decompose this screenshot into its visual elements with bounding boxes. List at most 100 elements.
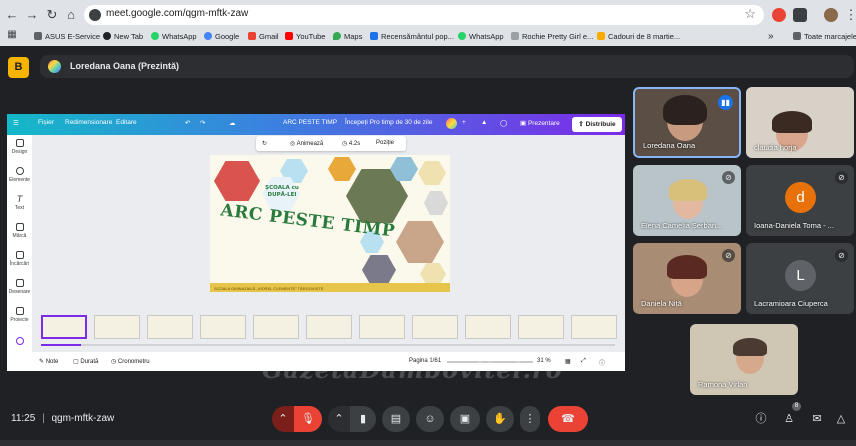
- pages-scrollbar[interactable]: [41, 344, 615, 346]
- tool-text[interactable]: T Text: [7, 195, 32, 212]
- timer-button[interactable]: ◷ Cronometru: [111, 358, 150, 365]
- slide-canvas[interactable]: ȘCOALA cu DUPĂ-LEI ARC PESTE TIMP ȘCOALA…: [210, 155, 450, 292]
- page-thumbnail[interactable]: [253, 315, 299, 339]
- page-thumbnail[interactable]: [518, 315, 564, 339]
- share-button[interactable]: ⇧ Distribuie: [572, 117, 622, 132]
- redo-icon[interactable]: ↷: [200, 119, 205, 127]
- tool-brand[interactable]: Mărcă: [7, 223, 32, 239]
- self-view-tile[interactable]: Ramona Virlan: [690, 324, 798, 395]
- participant-tile[interactable]: ⊘ Elena Camelia Șerban...: [633, 165, 741, 236]
- participant-tile[interactable]: d ⊘ Ioana-Daniela Toma - ...: [746, 165, 854, 236]
- participant-tile[interactable]: ⊘ Daniela Niță: [633, 243, 741, 314]
- page-thumbnail[interactable]: [94, 315, 140, 339]
- bookmark-item[interactable]: Gmail: [248, 29, 279, 43]
- url-text[interactable]: meet.google.com/qgm-mftk-zaw: [106, 8, 248, 19]
- raise-hand-button[interactable]: ✋: [486, 406, 514, 432]
- extensions-icon[interactable]: [793, 8, 807, 22]
- present-screen-button[interactable]: ▣: [450, 406, 480, 432]
- grid-view-icon[interactable]: ▦: [565, 358, 571, 365]
- tool-projects[interactable]: Proiecte: [7, 307, 32, 323]
- participant-tile[interactable]: ▮▮ Loredana Oana: [633, 87, 741, 158]
- page-thumbnail[interactable]: [147, 315, 193, 339]
- bookmark-item[interactable]: Google: [204, 29, 239, 43]
- home-icon[interactable]: ⌂: [63, 7, 79, 23]
- bookmark-item[interactable]: Recensământul pop...: [370, 29, 454, 43]
- youtube-icon: [285, 32, 293, 40]
- menu-file[interactable]: Fișier: [38, 119, 54, 126]
- back-icon[interactable]: ←: [4, 7, 20, 23]
- notes-button[interactable]: ✎ Note: [39, 358, 58, 365]
- meeting-details-icon[interactable]: ⓘ: [752, 410, 770, 428]
- page-thumbnail[interactable]: [306, 315, 352, 339]
- tool-uploads[interactable]: Încărcări: [7, 251, 32, 267]
- page-thumbnail[interactable]: [41, 315, 87, 339]
- menu-edit[interactable]: Editare: [116, 119, 137, 126]
- bookmarks-bar: ▦ ASUS E-Service New Tab WhatsApp Google…: [0, 27, 856, 44]
- page-thumbnail[interactable]: [359, 315, 405, 339]
- bookmark-item[interactable]: YouTube: [285, 29, 325, 43]
- add-collaborator-icon[interactable]: +: [462, 119, 466, 126]
- meeting-info: 11:25 | qgm-mftk-zaw: [11, 413, 114, 424]
- document-title[interactable]: ARC PESTE TIMP: [283, 119, 337, 126]
- address-bar[interactable]: meet.google.com/qgm-mftk-zaw ☆: [84, 5, 764, 25]
- bookmark-star-icon[interactable]: ☆: [744, 6, 756, 22]
- page-thumbnail[interactable]: [200, 315, 246, 339]
- bookmark-item[interactable]: WhatsApp: [151, 29, 197, 43]
- camera-toggle-button[interactable]: ▮: [350, 406, 376, 432]
- bookmark-item[interactable]: WhatsApp: [458, 29, 504, 43]
- present-button[interactable]: ▣ Prezentare: [520, 119, 560, 127]
- emoji-button[interactable]: ☺: [416, 406, 444, 432]
- more-options-button[interactable]: ⋮: [520, 406, 540, 432]
- tool-draw[interactable]: Desenare: [7, 279, 32, 295]
- participant-tile[interactable]: L ⊘ Lacramioara Ciuperca: [746, 243, 854, 314]
- undo-icon[interactable]: ↶: [185, 119, 190, 127]
- reload-icon[interactable]: ↻: [44, 7, 60, 23]
- video-options-button[interactable]: ⌃: [328, 406, 350, 432]
- tool-elements[interactable]: Elemente: [7, 167, 32, 183]
- page-thumbnail[interactable]: [465, 315, 511, 339]
- help-icon[interactable]: ⓘ: [599, 358, 605, 367]
- tool-design[interactable]: Design: [7, 139, 32, 155]
- mic-off-icon: ⊘: [722, 171, 735, 184]
- position-button[interactable]: Poziție: [376, 140, 394, 146]
- menu-resize[interactable]: Redimensionare: [65, 119, 112, 126]
- bookmark-item[interactable]: Cadouri de 8 martie...: [597, 29, 680, 43]
- bookmark-item[interactable]: New Tab: [103, 29, 143, 43]
- browser-menu-icon[interactable]: ⋮: [843, 7, 856, 23]
- all-bookmarks-folder[interactable]: Toate marcajele: [793, 29, 856, 43]
- scroll-thumb[interactable]: [41, 344, 82, 346]
- people-icon[interactable]: ♙: [780, 410, 798, 428]
- presentation-icon[interactable]: B: [8, 57, 29, 78]
- page-thumbnail[interactable]: [412, 315, 458, 339]
- duration-button[interactable]: ◷ 4.2s: [342, 140, 360, 147]
- mic-toggle-button[interactable]: 🎙: [294, 406, 322, 432]
- forward-icon[interactable]: →: [24, 7, 40, 23]
- magic-icon[interactable]: [7, 337, 32, 347]
- pinterest-extension-icon[interactable]: [772, 8, 786, 22]
- gmail-icon: [248, 32, 256, 40]
- chevron-up-icon: ⌃: [334, 413, 344, 425]
- participant-tile[interactable]: claudia horja: [746, 87, 854, 158]
- end-call-button[interactable]: ☎: [548, 406, 588, 432]
- comment-icon[interactable]: ◯: [500, 119, 507, 127]
- page-thumbnail[interactable]: [571, 315, 617, 339]
- user-avatar[interactable]: [446, 118, 457, 129]
- duration-button[interactable]: ▢ Durată: [73, 358, 98, 365]
- fullscreen-icon[interactable]: ⤢: [581, 358, 586, 365]
- activities-icon[interactable]: △: [832, 410, 850, 428]
- bookmark-item[interactable]: Maps: [333, 29, 362, 43]
- captions-button[interactable]: ▤: [382, 406, 410, 432]
- chat-icon[interactable]: ✉: [808, 410, 826, 428]
- bookmark-item[interactable]: Rochie Pretty Girl e...: [511, 29, 593, 43]
- bookmark-item[interactable]: ASUS E-Service: [34, 29, 100, 43]
- animate-button[interactable]: ◎ Animează: [290, 140, 323, 147]
- profile-avatar[interactable]: [824, 8, 838, 22]
- apps-grid-icon[interactable]: ▦: [4, 27, 20, 43]
- menu-icon[interactable]: ☰: [13, 119, 19, 127]
- audio-options-button[interactable]: ⌃: [272, 406, 294, 432]
- analytics-icon[interactable]: ▲: [481, 119, 487, 126]
- site-info-icon[interactable]: [89, 9, 101, 21]
- rotate-icon[interactable]: ↻: [262, 140, 267, 147]
- pro-trial-button[interactable]: Începeți Pro timp de 30 de zile: [345, 119, 432, 126]
- more-bookmarks-button[interactable]: »: [768, 29, 774, 43]
